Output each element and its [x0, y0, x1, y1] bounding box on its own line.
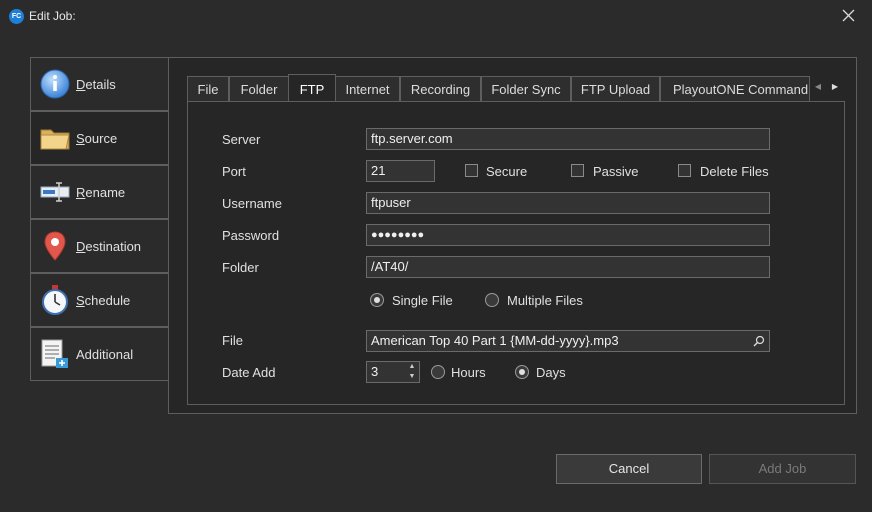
nav-item-label: Details	[76, 77, 116, 92]
server-label: Server	[222, 132, 261, 147]
port-input[interactable]: 21	[366, 160, 435, 182]
multiple-files-label: Multiple Files	[507, 293, 583, 308]
search-icon[interactable]	[753, 335, 765, 347]
stepper-up-icon[interactable]: ▲	[406, 362, 418, 372]
nav-item-label: Rename	[76, 185, 126, 200]
password-label: Password	[222, 228, 280, 243]
passive-label: Passive	[593, 164, 639, 179]
password-input[interactable]: ●●●●●●●●	[366, 224, 770, 246]
nav-item-label: Schedule	[76, 293, 131, 308]
secure-label: Secure	[486, 164, 528, 179]
tab-playoutone-command[interactable]: PlayoutONE Command	[660, 76, 810, 101]
port-label: Port	[222, 164, 246, 179]
close-button[interactable]	[836, 6, 860, 26]
tab-scroll-left-icon[interactable]: ◀	[811, 80, 825, 94]
days-radio[interactable]	[515, 365, 529, 379]
close-icon	[842, 9, 854, 22]
nav-item-label: Additional	[76, 347, 134, 362]
location-pin-icon	[44, 231, 66, 261]
window-title: Edit Job:	[29, 9, 76, 23]
info-icon	[40, 69, 70, 99]
server-input[interactable]: ftp.server.com	[366, 128, 770, 150]
file-label: File	[222, 333, 243, 348]
rename-icon	[40, 182, 70, 202]
tab-file[interactable]: File	[187, 76, 229, 101]
file-pattern-value: American Top 40 Part 1 {MM-dd-yyyy}.mp3	[371, 333, 619, 348]
passive-checkbox[interactable]	[571, 164, 584, 177]
username-input[interactable]: ftpuser	[366, 192, 770, 214]
nav-item-additional[interactable]: Additional	[30, 327, 169, 381]
tab-recording[interactable]: Recording	[400, 76, 481, 101]
single-file-radio[interactable]	[370, 293, 384, 307]
stopwatch-icon	[42, 285, 68, 315]
delete-files-label: Delete Files	[700, 164, 769, 179]
tab-folder-sync[interactable]: Folder Sync	[481, 76, 571, 101]
file-pattern-input[interactable]: American Top 40 Part 1 {MM-dd-yyyy}.mp3	[366, 330, 770, 352]
tab-internet[interactable]: Internet	[335, 76, 400, 101]
username-label: Username	[222, 196, 282, 211]
stepper-down-icon[interactable]: ▼	[406, 372, 418, 382]
tab-ftp[interactable]: FTP	[288, 74, 336, 102]
title-bar: FC Edit Job:	[0, 0, 872, 32]
nav-item-destination[interactable]: Destination	[30, 219, 169, 273]
nav-item-label: Source	[76, 131, 118, 146]
hours-label: Hours	[451, 365, 486, 380]
date-add-label: Date Add	[222, 365, 276, 380]
secure-checkbox[interactable]	[465, 164, 478, 177]
hours-radio[interactable]	[431, 365, 445, 379]
single-file-label: Single File	[392, 293, 453, 308]
folder-input[interactable]: /AT40/	[366, 256, 770, 278]
days-label: Days	[536, 365, 566, 380]
nav-item-source[interactable]: Source	[30, 111, 170, 165]
nav-item-details[interactable]: Details	[30, 57, 169, 111]
nav-item-rename[interactable]: Rename	[30, 165, 169, 219]
cancel-button[interactable]: Cancel	[556, 454, 702, 484]
app-icon: FC	[9, 9, 24, 24]
date-add-value: 3	[371, 364, 379, 379]
multiple-files-radio[interactable]	[485, 293, 499, 307]
delete-files-checkbox[interactable]	[678, 164, 691, 177]
document-add-icon	[41, 339, 68, 368]
tab-scroll-right-icon[interactable]: ▶	[828, 80, 842, 94]
tab-folder[interactable]: Folder	[229, 76, 289, 101]
folder-label: Folder	[222, 260, 259, 275]
nav-item-label: Destination	[76, 239, 142, 254]
folder-icon	[40, 129, 70, 150]
add-job-button[interactable]: Add Job	[709, 454, 856, 484]
tab-ftp-upload[interactable]: FTP Upload	[571, 76, 660, 101]
nav-item-schedule[interactable]: Schedule	[30, 273, 169, 327]
